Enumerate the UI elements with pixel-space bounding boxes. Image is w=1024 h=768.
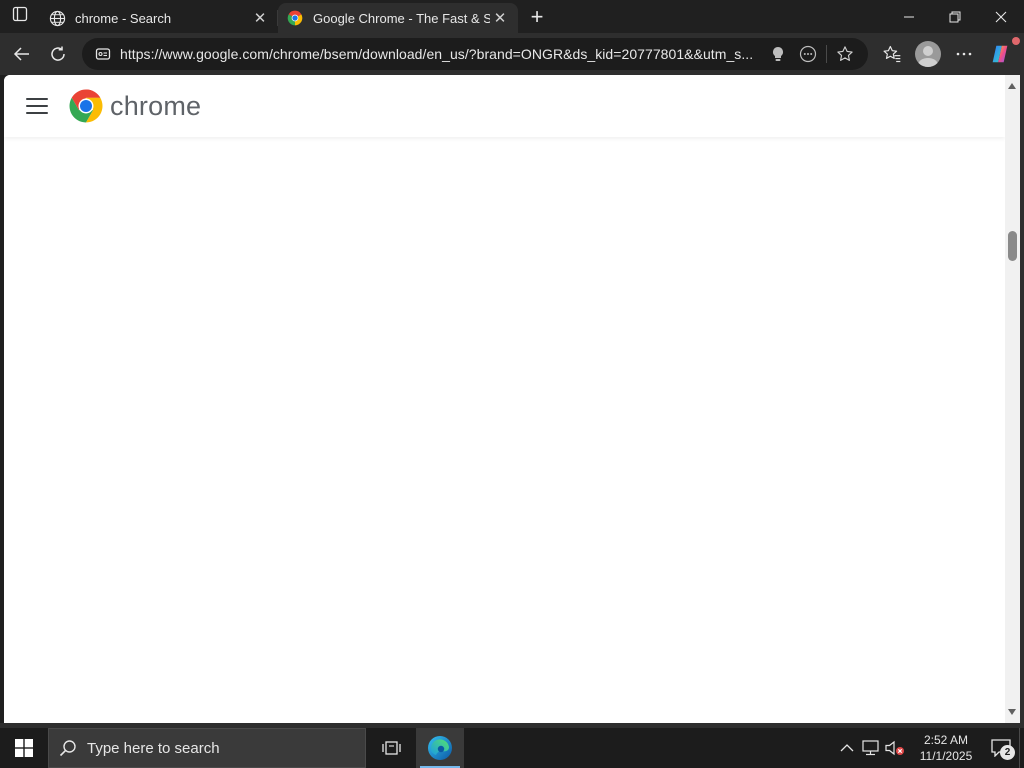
- refresh-button[interactable]: [40, 36, 76, 72]
- favorites-icon: [883, 45, 901, 63]
- favorite-star-icon[interactable]: [830, 40, 860, 68]
- close-icon: [995, 11, 1007, 22]
- back-icon: [13, 47, 29, 61]
- site-header: chrome: [4, 75, 1005, 137]
- profile-button[interactable]: [910, 36, 1020, 72]
- network-icon: [862, 740, 879, 756]
- search-placeholder: Type here to search: [87, 739, 220, 757]
- profile-icon: [915, 41, 941, 67]
- chevron-up-icon: [840, 744, 854, 752]
- tab-title: chrome - Search: [75, 10, 172, 26]
- volume-button[interactable]: [883, 728, 907, 768]
- site-info-icon[interactable]: [92, 43, 114, 65]
- clock[interactable]: 2:52 AM 11/1/2025: [915, 732, 977, 764]
- taskbar-edge-button[interactable]: [416, 728, 464, 768]
- chrome-icon: [286, 9, 304, 27]
- more-icon: [956, 52, 972, 56]
- copilot-icon: [992, 45, 1008, 63]
- clock-date: 11/1/2025: [919, 749, 973, 763]
- notification-center-button[interactable]: 2: [983, 728, 1019, 768]
- chrome-logo[interactable]: chrome: [68, 88, 201, 124]
- omnibox-divider: [826, 45, 827, 63]
- close-tab-icon[interactable]: ✕: [250, 8, 270, 28]
- close-window-button[interactable]: [978, 0, 1024, 33]
- taskbar-search-box[interactable]: Type here to search: [48, 728, 366, 768]
- scroll-up-arrow-icon[interactable]: [1008, 83, 1016, 89]
- globe-icon: [48, 9, 66, 27]
- windows-logo-icon: [15, 739, 33, 757]
- chrome-logo-icon: [69, 89, 103, 123]
- new-tab-button[interactable]: +: [520, 2, 554, 32]
- volume-muted-icon: [885, 740, 904, 756]
- clock-time: 2:52 AM: [923, 733, 969, 747]
- show-hidden-icons-button[interactable]: [835, 728, 859, 768]
- more-button[interactable]: [946, 36, 982, 72]
- back-button[interactable]: [4, 36, 40, 72]
- url-text[interactable]: https://www.google.com/chrome/bsem/downl…: [120, 46, 763, 62]
- minimize-button[interactable]: [886, 0, 932, 33]
- tab-actions-icon: [12, 6, 28, 27]
- page-scrollbar[interactable]: [1005, 75, 1020, 723]
- edge-browser-icon: [428, 736, 452, 760]
- network-button[interactable]: [859, 728, 883, 768]
- tab-chrome-search[interactable]: chrome - Search ✕: [40, 3, 278, 33]
- tab-actions-button[interactable]: [0, 0, 40, 33]
- show-desktop-button[interactable]: [1019, 728, 1024, 768]
- restore-icon: [949, 11, 961, 22]
- window-right-edge: [1020, 75, 1024, 723]
- logo-text: chrome: [110, 90, 202, 121]
- taskbar: Type here to search 2:52 AM 11/1/2025 2: [0, 728, 1024, 768]
- favorites-button[interactable]: [874, 36, 910, 72]
- notification-count-badge: 2: [1000, 745, 1015, 760]
- close-tab-icon[interactable]: ✕: [490, 8, 510, 28]
- page-viewport: chrome: [4, 75, 1005, 723]
- reading-mode-icon[interactable]: [793, 40, 823, 68]
- minimize-icon: [904, 16, 914, 17]
- address-bar[interactable]: https://www.google.com/chrome/bsem/downl…: [82, 38, 868, 70]
- task-view-icon: [382, 741, 401, 755]
- profile-status-dot: [1012, 37, 1020, 45]
- toolbar-right: [874, 36, 1020, 72]
- scroll-thumb[interactable]: [1008, 231, 1017, 261]
- lightbulb-icon[interactable]: [763, 40, 793, 68]
- tab-google-chrome[interactable]: Google Chrome - The Fast & Secu ✕: [278, 3, 518, 33]
- search-icon: [59, 740, 76, 757]
- tab-title: Google Chrome - The Fast & Secu: [313, 10, 490, 26]
- task-view-button[interactable]: [368, 728, 416, 768]
- refresh-icon: [51, 46, 65, 61]
- hamburger-menu-icon[interactable]: [26, 98, 48, 114]
- scroll-down-arrow-icon[interactable]: [1008, 709, 1016, 715]
- browser-toolbar: https://www.google.com/chrome/bsem/downl…: [0, 33, 1024, 75]
- window-controls: [886, 0, 1024, 33]
- system-tray: 2:52 AM 11/1/2025 2: [835, 728, 1024, 768]
- restore-button[interactable]: [932, 0, 978, 33]
- start-button[interactable]: [0, 728, 48, 768]
- tab-strip: chrome - Search ✕ Google Chrome - The Fa…: [0, 0, 1024, 33]
